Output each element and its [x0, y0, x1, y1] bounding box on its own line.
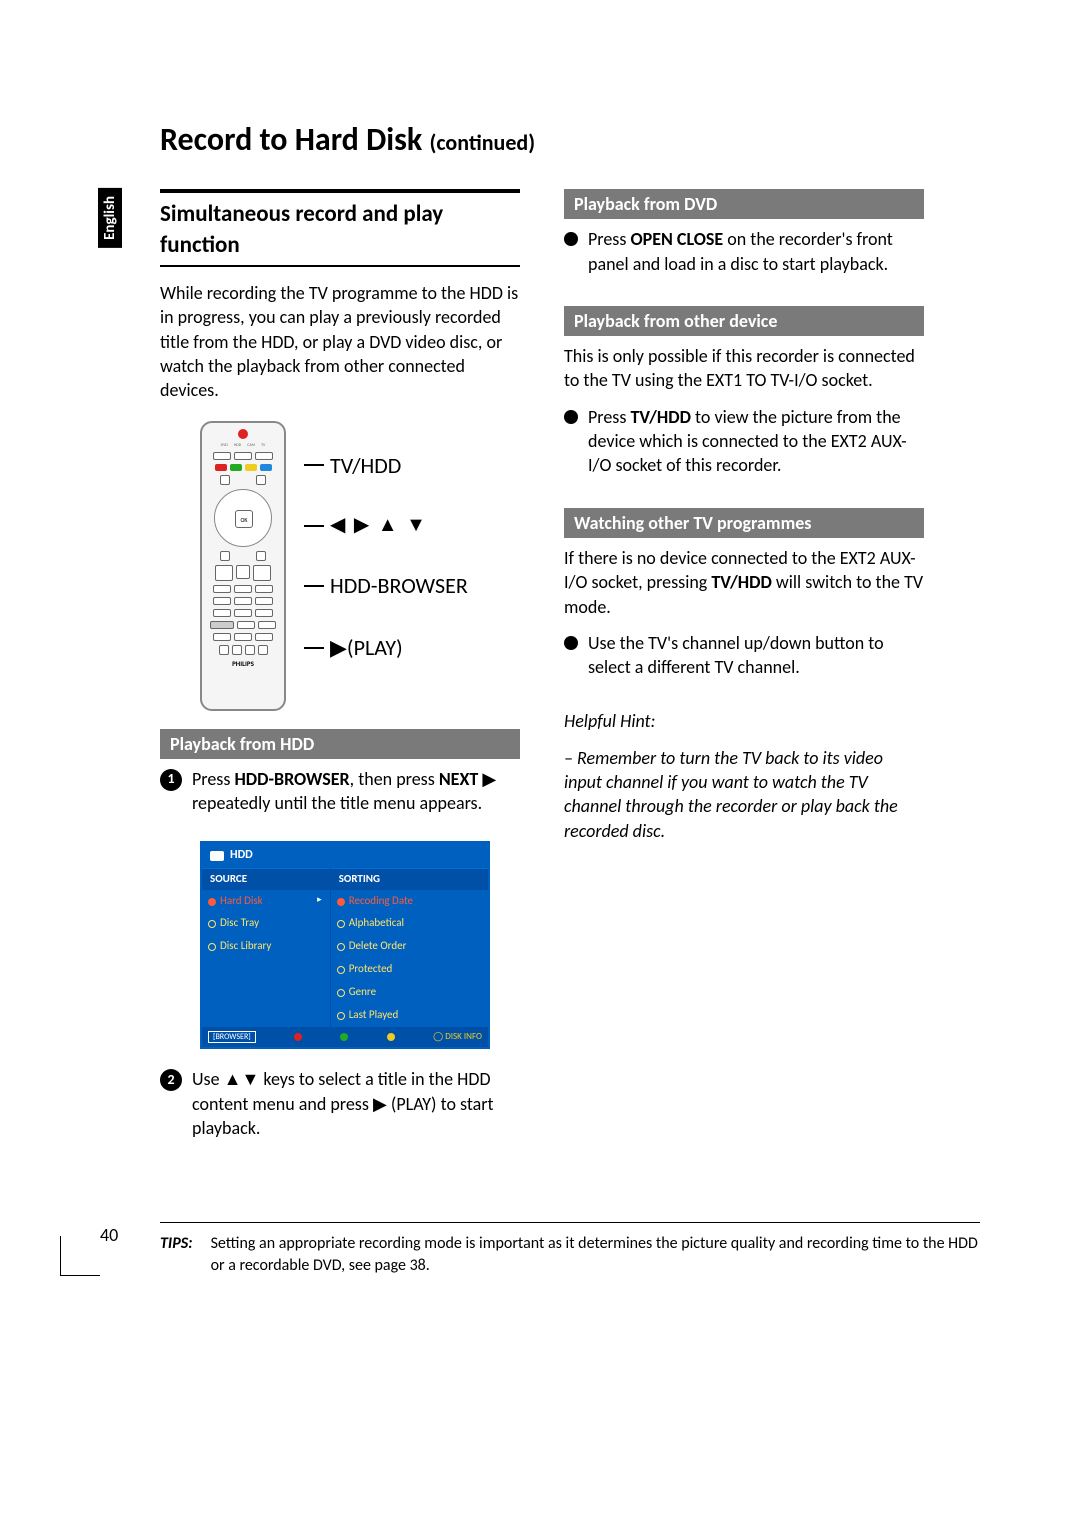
crop-mark-icon	[60, 1236, 100, 1276]
other-device-p2: Press TV/HDD to view the picture from th…	[588, 405, 924, 478]
tips-body: Setting an appropriate recording mode is…	[211, 1233, 980, 1276]
watching-p1: If there is no device connected to the E…	[564, 546, 924, 619]
watching-p2: Use the TV's channel up/down button to s…	[588, 631, 924, 680]
subheading-playback-dvd: Playback from DVD	[564, 189, 924, 219]
remote-illustration: DVDHDDCAMTV OK PHILIPS	[200, 421, 286, 711]
left-column: Simultaneous record and play function Wh…	[160, 189, 520, 1162]
browser-sort-1: Alphabetical	[331, 912, 488, 935]
browser-src-1: Disc Tray	[202, 912, 330, 935]
browser-sort-4: Genre	[331, 981, 488, 1004]
browser-src-0: Hard Disk▸	[202, 890, 330, 913]
other-device-p1: This is only possible if this recorder i…	[564, 344, 924, 393]
step-number-1: 1	[160, 769, 182, 791]
browser-sort-5: Last Played	[331, 1004, 488, 1027]
browser-title: HDD	[230, 847, 253, 863]
page-number: 40	[100, 1224, 118, 1246]
browser-sort-2: Delete Order	[331, 935, 488, 958]
bullet-icon	[564, 410, 578, 424]
title-continued: (continued)	[429, 129, 535, 156]
title-main: Record to Hard Disk	[160, 120, 422, 159]
subheading-watching-tv: Watching other TV programmes	[564, 508, 924, 538]
subheading-playback-hdd: Playback from HDD	[160, 729, 520, 759]
browser-col-sorting: SORTING	[331, 868, 488, 890]
intro-paragraph: While recording the TV programme to the …	[160, 281, 520, 402]
remote-label-arrows: ◀ ▶ ▲ ▼	[330, 512, 428, 539]
remote-diagram: DVDHDDCAMTV OK PHILIPS TV/HDD	[200, 421, 520, 711]
tips-label: TIPS:	[160, 1233, 193, 1276]
remote-label-tvhdd: TV/HDD	[330, 451, 401, 481]
language-tab: English	[98, 188, 122, 248]
page-title: Record to Hard Disk (continued)	[160, 120, 980, 159]
step-1-text: Press HDD-BROWSER, then press NEXT ▶ rep…	[192, 767, 520, 816]
helpful-hint-label: Helpful Hint:	[564, 709, 924, 733]
browser-src-2: Disc Library	[202, 935, 330, 958]
bullet-icon	[564, 232, 578, 246]
browser-sort-0: Recoding Date	[331, 890, 488, 913]
step-2-text: Use ▲▼ keys to select a title in the HDD…	[192, 1067, 520, 1140]
right-column: Playback from DVD Press OPEN CLOSE on th…	[564, 189, 924, 1162]
browser-footer-tag: [BROWSER]	[208, 1031, 256, 1044]
step-number-2: 2	[160, 1069, 182, 1091]
remote-label-play: ▶(PLAY)	[330, 633, 403, 663]
section-heading: Simultaneous record and play function	[160, 189, 520, 267]
tips-footer: TIPS: Setting an appropriate recording m…	[160, 1222, 980, 1276]
remote-label-browser: HDD-BROWSER	[330, 571, 468, 601]
browser-col-source: SOURCE	[202, 868, 330, 890]
browser-sort-3: Protected	[331, 958, 488, 981]
browser-footer-info: DISK INFO	[445, 1031, 482, 1042]
dvd-text: Press OPEN CLOSE on the recorder's front…	[588, 227, 924, 276]
helpful-hint-body: – Remember to turn the TV back to its vi…	[564, 746, 924, 843]
subheading-playback-other: Playback from other device	[564, 306, 924, 336]
bullet-icon	[564, 636, 578, 650]
hdd-browser-screenshot: HDD SOURCE Hard Disk▸ Disc Tray Disc Lib…	[200, 841, 490, 1049]
